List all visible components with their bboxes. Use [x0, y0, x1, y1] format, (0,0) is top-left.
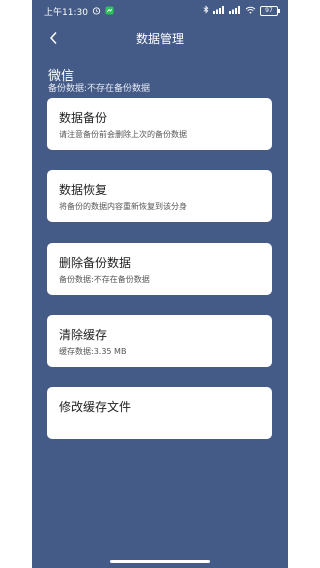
backup-status: 备份数据:不存在备份数据 — [48, 84, 151, 94]
card-description: 缓存数据:3.35 MB — [59, 347, 127, 356]
clear-cache-card[interactable]: 清除缓存 缓存数据:3.35 MB — [47, 315, 272, 367]
card-description: 备份数据:不存在备份数据 — [59, 275, 150, 284]
card-title: 数据恢复 — [59, 183, 108, 197]
restore-data-card[interactable]: 数据恢复 将备份的数据内容重新恢复到该分身 — [47, 170, 272, 222]
alarm-icon — [92, 6, 101, 18]
signal-icon — [213, 5, 225, 16]
modify-cache-file-card[interactable]: 修改缓存文件 — [47, 387, 272, 439]
battery-icon: 97 — [260, 5, 280, 16]
card-title: 数据备份 — [59, 111, 108, 125]
navigation-bar: 数据管理 — [32, 26, 288, 50]
notification-icon — [105, 5, 114, 18]
card-title: 清除缓存 — [59, 328, 108, 342]
wifi-icon — [245, 6, 256, 16]
backup-data-card[interactable]: 数据备份 请注意备份前会删除上次的备份数据 — [47, 98, 272, 150]
card-description: 请注意备份前会删除上次的备份数据 — [59, 130, 187, 139]
status-right: 97 — [203, 5, 280, 16]
home-indicator[interactable] — [110, 560, 210, 563]
status-left: 上午11:30 — [44, 5, 114, 18]
page-title: 数据管理 — [135, 32, 184, 46]
bluetooth-icon — [203, 5, 209, 16]
card-title: 修改缓存文件 — [59, 400, 132, 414]
card-title: 删除备份数据 — [59, 256, 132, 270]
status-time: 上午11:30 — [44, 8, 88, 18]
app-screen: 上午11:30 97 数据管理 微信 备份数据:不存在备份数据 数据备份 请注意… — [32, 0, 288, 568]
delete-backup-card[interactable]: 删除备份数据 备份数据:不存在备份数据 — [47, 243, 272, 295]
signal-icon-2 — [229, 5, 241, 16]
status-bar: 上午11:30 97 — [32, 0, 288, 22]
card-description: 将备份的数据内容重新恢复到该分身 — [59, 202, 187, 211]
